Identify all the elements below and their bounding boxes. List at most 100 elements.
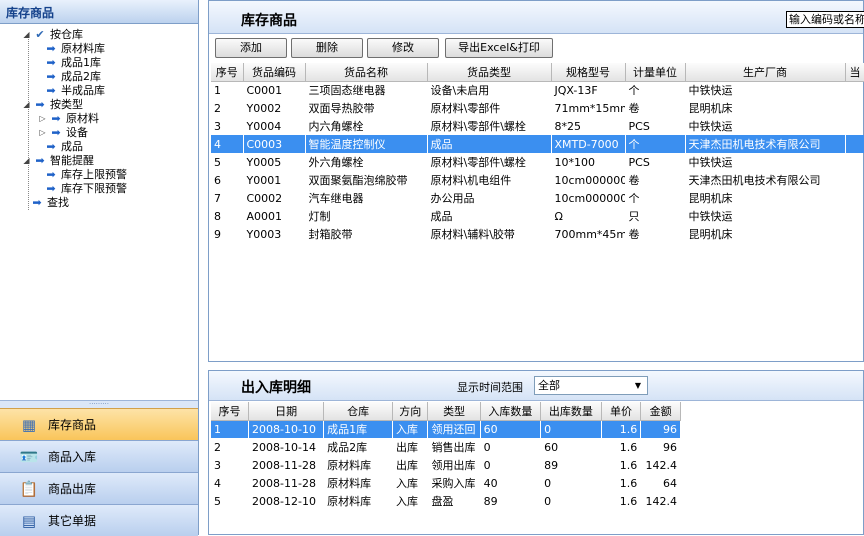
- table-row[interactable]: 5 Y0005 外六角螺栓 原材料\零部件\螺栓 10*100 PCS 中铁快运: [211, 153, 864, 171]
- tree-node[interactable]: ➡ 原材料库: [44, 42, 105, 56]
- column-header[interactable]: 生产厂商: [685, 63, 846, 82]
- tree-node[interactable]: ◢ ✔ 按仓库: [22, 28, 83, 42]
- delete-button[interactable]: 删除: [291, 38, 363, 58]
- edit-button[interactable]: 修改: [367, 38, 439, 58]
- table-cell: 个: [628, 192, 640, 205]
- tree-node[interactable]: ➡ 成品: [44, 140, 83, 154]
- table-cell: 89: [544, 458, 559, 472]
- table-cell: A0001: [246, 209, 283, 223]
- export-print-button[interactable]: 导出Excel&打印: [445, 38, 553, 58]
- expand-toggle-icon[interactable]: ◢: [22, 154, 31, 168]
- search-input[interactable]: 输入编码或名称: [786, 11, 864, 28]
- expand-toggle-icon[interactable]: ◢: [22, 28, 31, 42]
- column-header[interactable]: 出库数量: [540, 402, 602, 421]
- nav-button[interactable]: 📋 商品出库: [0, 472, 198, 504]
- nav-button[interactable]: ▤ 其它单据: [0, 504, 198, 536]
- column-header[interactable]: 类型: [427, 402, 481, 421]
- column-header[interactable]: 计量单位: [625, 63, 686, 82]
- table-row[interactable]: 5 2008-12-10 原材料库 入库 盘盈 89 0 1.6 142.4: [211, 492, 681, 510]
- table-cell: Y0004: [246, 119, 282, 133]
- table-row[interactable]: 9 Y0003 封箱胶带 原材料\辅料\胶带 700mm*45mm卷 昆明机床: [211, 225, 864, 243]
- table-cell: 盘盈: [431, 495, 454, 508]
- table-row[interactable]: 8 A0001 灯制 成品 Ω 只 中铁快运: [211, 207, 864, 225]
- ledger-icon: ▦: [21, 415, 37, 434]
- column-header[interactable]: 方向: [392, 402, 429, 421]
- table-row[interactable]: 4 C0003 智能温度控制仪 成品 XMTD-7000 个天津杰田机电技术有限公司: [211, 135, 864, 153]
- table-cell: PCS: [628, 119, 650, 133]
- table-cell: 0: [544, 476, 552, 490]
- table-cell: 71mm*15mm: [554, 101, 625, 115]
- column-header[interactable]: 金额: [640, 402, 681, 421]
- table-cell: 中铁快运: [688, 84, 733, 98]
- form-icon: ▤: [21, 511, 37, 530]
- table-row[interactable]: 6 Y0001 双面聚氨酯泡绵胶带 原材料\机电组件 10cm000000 卷 天津杰田机电…: [211, 171, 864, 189]
- table-row[interactable]: 1 C0001 三项固态继电器 设备\未启用 JQX-13F 个 中铁快运: [211, 81, 864, 99]
- table-cell: 0: [544, 494, 552, 508]
- tree-node[interactable]: ➡ 成品2库: [44, 70, 101, 84]
- column-header[interactable]: 仓库: [323, 402, 394, 421]
- main-area: 库存商品 输入编码或名称 添加 删除 修改 导出Excel&打印 序号 货品编码货…: [208, 0, 864, 535]
- add-button[interactable]: 添加: [215, 38, 287, 58]
- table-cell: [845, 171, 864, 189]
- tree-node[interactable]: ▷ ➡ 设备: [38, 126, 88, 140]
- table-cell: 7: [214, 191, 221, 205]
- sidebar-title: 库存商品: [0, 0, 198, 24]
- column-header[interactable]: 货品名称: [305, 63, 428, 82]
- table-cell: 1.6: [601, 420, 641, 438]
- table-cell: 灯制: [308, 210, 331, 223]
- inventory-title: 库存商品: [241, 13, 297, 29]
- table-cell: 三项固态继电器: [308, 84, 386, 98]
- table-cell: 个: [625, 135, 685, 153]
- tree-node[interactable]: ➡ 成品1库: [44, 56, 101, 70]
- nav-button-label: 商品入库: [48, 450, 97, 464]
- table-cell: 原材料\辅料\胶带: [430, 228, 515, 241]
- table-cell: XMTD-7000: [551, 135, 625, 153]
- table-cell: 中铁快运: [688, 210, 733, 223]
- tree-node[interactable]: ◢ ➡ 按类型: [22, 98, 83, 112]
- table-row[interactable]: 1 2008-10-10 成品1库 入库 领用还回 60 0 1.6 96: [211, 420, 681, 438]
- column-header[interactable]: 规格型号: [551, 63, 626, 82]
- tree-node[interactable]: ▷ ➡ 原材料: [38, 112, 99, 126]
- table-cell: 办公用品: [430, 192, 475, 205]
- time-range-select[interactable]: 全部 ▼: [534, 376, 648, 395]
- tree-node[interactable]: ➡ 库存下限预警: [44, 182, 127, 196]
- tree-node[interactable]: ➡ 半成品库: [44, 84, 105, 98]
- check-icon: ✔: [35, 28, 45, 41]
- tree-node[interactable]: ➡ 库存上限预警: [44, 168, 127, 182]
- column-header[interactable]: 当: [845, 63, 864, 82]
- expand-toggle-icon[interactable]: ▷: [38, 126, 47, 140]
- sidebar-splitter[interactable]: ·········: [0, 400, 198, 408]
- table-cell: 双面导热胶带: [308, 102, 375, 115]
- time-range-label: 显示时间范围: [457, 381, 523, 394]
- table-cell: 出库: [396, 441, 419, 454]
- table-cell: 设备\未启用: [430, 84, 490, 98]
- column-header[interactable]: 货品类型: [427, 63, 552, 82]
- column-header[interactable]: 日期: [248, 402, 325, 421]
- nav-button[interactable]: 🪪 商品入库: [0, 440, 198, 472]
- table-row[interactable]: 2 2008-10-14 成品2库 出库 销售出库 0 60 1.6 96: [211, 438, 681, 456]
- tree-node[interactable]: ➡ 查找: [30, 196, 69, 210]
- column-header[interactable]: 序号: [211, 402, 250, 421]
- table-cell: 外六角螺栓: [308, 156, 364, 169]
- column-header[interactable]: 序号: [211, 63, 244, 82]
- column-header[interactable]: 单价: [601, 402, 642, 421]
- table-row[interactable]: 3 2008-11-28 原材料库 出库 领用出库 0 89 1.6 142.4: [211, 456, 681, 474]
- chevron-down-icon[interactable]: ▼: [631, 378, 645, 393]
- table-row[interactable]: 7 C0002 汽车继电器 办公用品 10cm000000 个 昆明机床: [211, 189, 864, 207]
- expand-toggle-icon[interactable]: ◢: [22, 98, 31, 112]
- table-cell: 销售出库: [431, 441, 476, 454]
- column-header[interactable]: 货品编码: [243, 63, 306, 82]
- column-header[interactable]: 入库数量: [480, 402, 542, 421]
- table-cell: 出库: [396, 459, 419, 472]
- table-row[interactable]: 4 2008-11-28 原材料库 入库 采购入库 40 0 1.6 64: [211, 474, 681, 492]
- nav-button-label: 商品出库: [48, 482, 97, 496]
- expand-toggle-icon[interactable]: ▷: [38, 112, 47, 126]
- nav-button[interactable]: ▦ 库存商品: [0, 408, 198, 440]
- table-row[interactable]: 2 Y0002 双面导热胶带 原材料\零部件 71mm*15mm 卷 昆明机床: [211, 99, 864, 117]
- table-row[interactable]: 3 Y0004 内六角螺栓 原材料\零部件\螺栓 8*25 PCS 中铁快运: [211, 117, 864, 135]
- table-cell: 成品: [427, 135, 551, 153]
- table-cell: 1.6: [619, 476, 638, 490]
- table-cell: 成品1库: [323, 420, 393, 438]
- table-cell: 领用还回: [427, 420, 481, 438]
- tree-node[interactable]: ◢ ➡ 智能提醒: [22, 154, 94, 168]
